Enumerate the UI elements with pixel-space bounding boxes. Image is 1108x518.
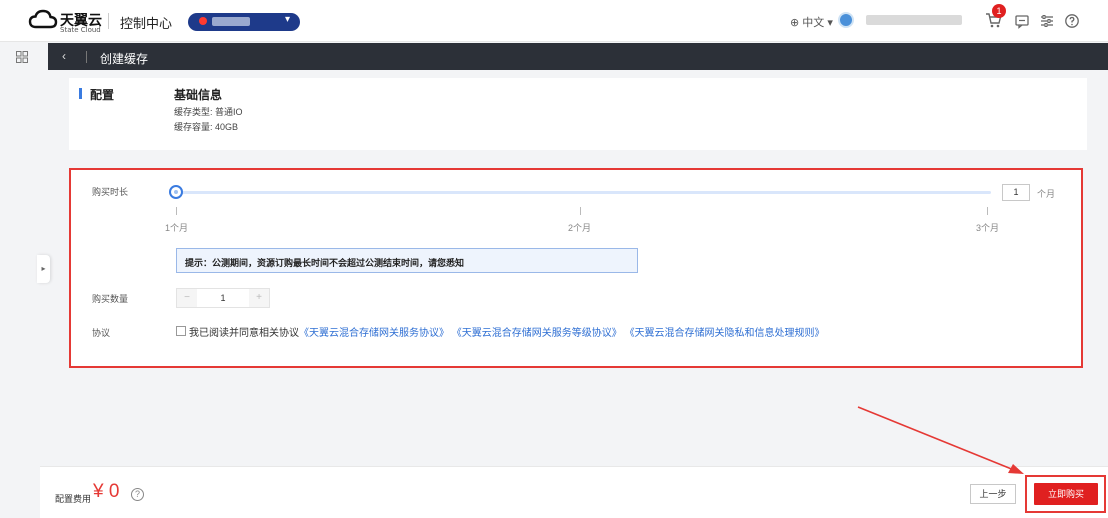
language-selector[interactable]: ⊕ 中文 ▾ [790, 14, 833, 30]
notice-box: 提示：公测期间，资源订购最长时间不会超过公测结束时间，请您悉知 [176, 248, 638, 273]
privacy-link[interactable]: 《天翼云混合存储网关隐私和信息处理规则》 [625, 328, 825, 339]
fee-label: 配置费用 [55, 494, 92, 504]
expand-arrow-icon[interactable]: ▸ [37, 255, 50, 283]
region-name-redacted [212, 17, 250, 26]
duration-month-input[interactable]: 1 [1002, 184, 1030, 201]
help-icon[interactable]: ? [131, 488, 144, 501]
top-bar: 天翼云 State Cloud 控制中心 ▾ ⊕ 中文 ▾ 1 [0, 0, 1108, 42]
avatar-icon[interactable] [838, 12, 854, 28]
help-icon[interactable] [1064, 13, 1080, 29]
section-title: 配置 [90, 88, 115, 102]
slider-tick [987, 207, 988, 215]
agreement-statement: 我已阅读并同意相关协议 [189, 328, 299, 339]
config-card: 配置 基础信息 缓存类型: 普通IO 缓存容量: 40GB [69, 78, 1087, 150]
divider [86, 51, 87, 63]
cache-type: 缓存类型: 普通IO [174, 107, 243, 117]
settings-icon[interactable] [1039, 13, 1055, 29]
slider-tick [580, 207, 581, 215]
duration-slider-handle[interactable] [169, 185, 183, 199]
message-icon[interactable] [1014, 13, 1030, 29]
section-accent-bar [79, 88, 82, 99]
cart-badge: 1 [992, 4, 1006, 18]
basic-info-title: 基础信息 [174, 88, 223, 102]
page-header: ‹ 创建缓存 [48, 43, 1108, 70]
buy-now-button[interactable]: 立即购买 [1034, 483, 1098, 505]
agreement-text: 我已阅读并同意相关协议《天翼云混合存储网关服务协议》 《天翼云混合存储网关服务等… [189, 324, 825, 339]
region-selector[interactable]: ▾ [188, 13, 300, 31]
cache-capacity: 缓存容量: 40GB [174, 122, 239, 132]
purchase-card: 购买时长 1个月 2个月 3个月 1 个月 提示：公测期间，资源订购最长时间不会… [69, 168, 1083, 368]
increment-button[interactable]: + [249, 289, 269, 307]
tick-label-3: 3个月 [976, 223, 1000, 233]
quantity-stepper: − 1 + [176, 288, 270, 308]
tick-label-2: 2个月 [568, 223, 592, 233]
logo-subtext: State Cloud [60, 26, 101, 34]
previous-step-button[interactable]: 上一步 [970, 484, 1016, 504]
decrement-button[interactable]: − [177, 289, 197, 307]
tick-label-1: 1个月 [165, 223, 189, 233]
footer-bar: 配置费用 ¥ 0 ? 上一步 立即购买 [40, 466, 1108, 518]
slider-tick [176, 207, 177, 215]
quantity-label: 购买数量 [92, 294, 129, 304]
fee-value: ¥ 0 [93, 481, 120, 502]
apps-grid-icon[interactable] [16, 51, 28, 63]
page-title: 创建缓存 [100, 52, 149, 66]
quantity-input[interactable]: 1 [197, 289, 249, 307]
duration-label: 购买时长 [92, 187, 129, 197]
sla-link[interactable]: 《天翼云混合存储网关服务等级协议》 [452, 328, 622, 339]
service-agreement-link[interactable]: 《天翼云混合存储网关服务协议》 [299, 328, 449, 339]
month-unit: 个月 [1037, 189, 1056, 199]
left-rail [0, 43, 40, 518]
divider [108, 13, 109, 29]
chevron-down-icon: ▾ [284, 14, 290, 25]
cloud-logo-icon [28, 9, 58, 29]
console-title[interactable]: 控制中心 [120, 13, 172, 32]
region-dot-icon [199, 17, 207, 25]
duration-slider-track[interactable] [175, 191, 991, 194]
chevron-left-icon[interactable]: ‹ [62, 49, 66, 63]
account-name-redacted[interactable] [866, 15, 962, 25]
agreement-checkbox[interactable] [176, 326, 186, 336]
agreement-label: 协议 [92, 328, 111, 338]
